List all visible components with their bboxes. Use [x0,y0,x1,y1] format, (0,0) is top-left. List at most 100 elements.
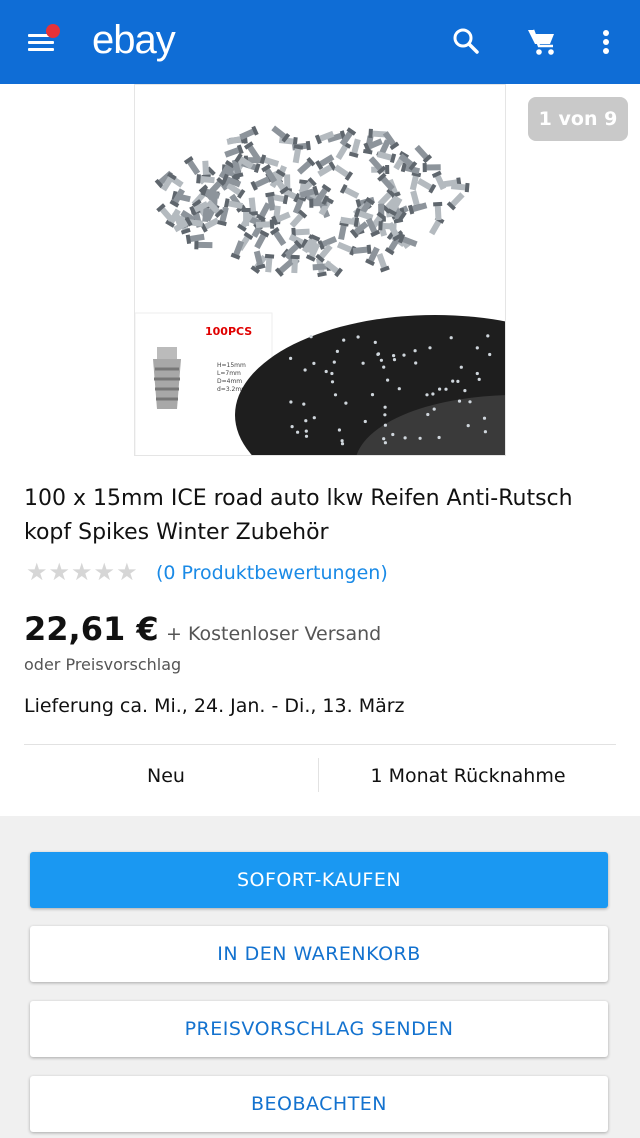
tire-stud [337,428,341,432]
cart-icon[interactable] [522,22,562,62]
product-image[interactable]: 100PCS H=15mm L=7mm D=4mm d=3.2mm [134,84,506,456]
inset-label: 100PCS [205,325,252,338]
tire-stud [379,358,383,362]
tire-stud [414,361,418,365]
tire-stud [486,334,490,338]
menu-button[interactable] [22,22,66,62]
tire-stud [444,387,448,391]
tire-stud [304,434,309,438]
tire-stud [459,365,463,369]
tire-stud [361,361,365,365]
tire-stud [330,371,334,376]
tire-stud [382,437,386,441]
tire-stud [438,387,442,391]
notification-dot [46,24,60,38]
tire-stud [403,436,407,440]
tire-stud [466,424,470,428]
buy-now-button[interactable]: SOFORT-KAUFEN [30,852,608,908]
spec-line: H=15mm [217,362,246,369]
menu-icon-bar [28,41,54,44]
tire-stud [475,346,479,350]
tire-stud [391,432,395,437]
tire-stud [413,349,417,353]
tire-stud [451,379,455,383]
search-icon[interactable] [446,22,486,62]
condition-label: Neu [147,765,185,787]
tire-stud [340,442,345,446]
tire-stud [304,429,308,433]
product-title: 100 x 15mm ICE road auto lkw Reifen Anti… [24,486,573,545]
tire-stud [344,401,348,405]
rating-stars: ★★★★★ [26,558,139,586]
returns-label: 1 Monat Rücknahme [370,765,566,787]
tire-stud [296,430,300,434]
tire-stud [392,358,397,362]
make-offer-button[interactable]: PREISVORSCHLAG SENDEN [30,1001,608,1057]
tire-stud [425,393,429,397]
tire-stud [428,346,432,350]
divider [24,744,616,745]
tire-stud [324,369,328,374]
more-vert-icon[interactable] [586,22,626,62]
tire-stud [426,412,430,417]
tire-stud [482,416,487,420]
tire-stud [383,423,387,427]
tire-stud [475,371,479,376]
app-header: ebay [0,0,640,84]
vertical-divider [318,758,319,792]
tire-stud [370,393,375,397]
tire-stud [330,380,335,384]
tire-stud [418,436,422,440]
tire-stud [335,349,339,353]
tire-stud [431,392,435,396]
tire-stud [309,335,313,339]
tire-stud [304,419,308,423]
tire-stud [340,439,344,443]
tire-stud [386,378,390,382]
product-panel: 100PCS H=15mm L=7mm D=4mm d=3.2mm 1 von … [0,84,640,816]
tire-stud [456,379,460,383]
spec-line: L=7mm [217,370,241,377]
tire-stud [468,400,472,404]
tire-stud [376,352,380,356]
price: 22,61 € [24,610,159,648]
tire-stud [397,387,401,391]
tire-stud [363,419,367,424]
tire-stud [383,441,387,445]
tire-stud [402,353,406,357]
offer-hint: oder Preisvorschlag [24,655,182,674]
spec-line: D=4mm [217,378,242,385]
tire-stud [432,407,436,411]
watch-button[interactable]: BEOBACHTEN [30,1076,608,1132]
add-to-cart-button[interactable]: IN DEN WARENKORB [30,926,608,982]
tire-stud [356,335,360,339]
tire-stud [373,340,377,344]
image-counter: 1 von 9 [528,97,628,141]
ebay-logo[interactable]: ebay [92,14,176,66]
tire-stud [449,336,453,340]
tire-stud [457,399,462,403]
menu-icon-bar [28,48,54,51]
tire-stud [488,352,492,357]
tire-stud [392,354,396,358]
tire-stud [383,413,387,417]
shipping-info: + Kostenloser Versand [166,623,382,645]
tire-stud [333,393,338,397]
tire-stud [332,360,336,364]
tire-stud [463,389,467,393]
tire-stud [303,368,307,372]
delivery-estimate: Lieferung ca. Mi., 24. Jan. - Di., 13. M… [24,695,405,717]
reviews-link[interactable]: (0 Produktbewertungen) [156,560,388,586]
tire-stud [477,377,481,381]
tire-stud [290,425,294,429]
tire-stud [382,365,386,369]
tire-stud [302,402,306,406]
tire-stud [483,430,487,434]
tire-stud [289,356,293,360]
tire-stud [342,338,346,342]
tire-stud [437,435,441,440]
tire-stud [312,416,316,420]
tire-stud [383,405,387,409]
tire-stud [312,361,316,365]
tire-stud [289,400,293,404]
